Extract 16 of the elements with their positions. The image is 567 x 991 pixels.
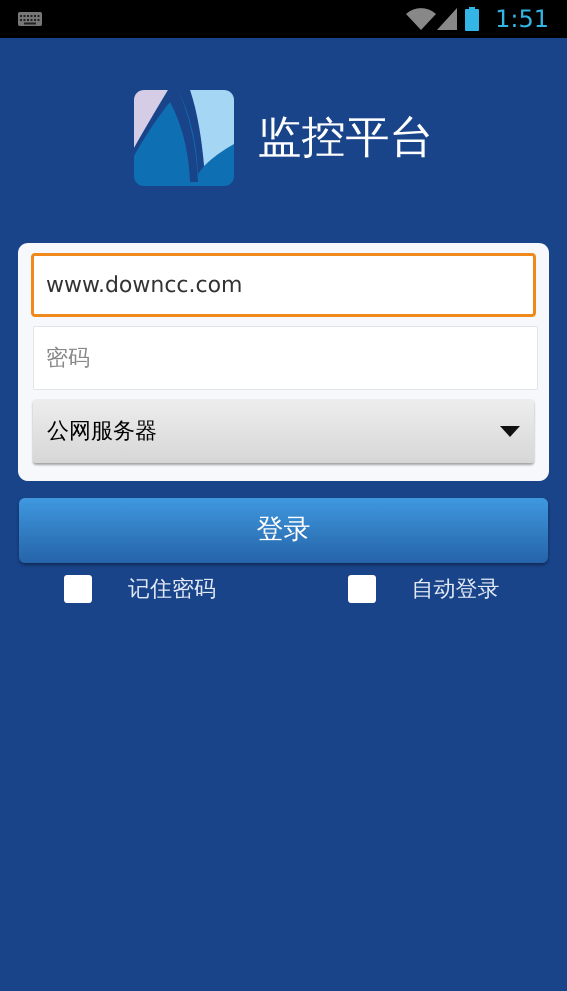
- wifi-icon: [406, 8, 436, 30]
- app-title: 监控平台: [258, 116, 434, 160]
- caret-icon: [500, 426, 520, 436]
- logo-icon: [134, 90, 234, 186]
- checkbox[interactable]: [348, 575, 376, 603]
- login-button[interactable]: 登录: [19, 498, 548, 563]
- battery-icon: [465, 7, 480, 31]
- status-time: 1:51: [495, 4, 549, 35]
- signal-icon: [437, 8, 458, 30]
- checkbox[interactable]: [64, 575, 92, 603]
- password-field[interactable]: 密码: [33, 326, 538, 390]
- keyboard-icon: [18, 12, 42, 26]
- checkbox-label: 记住密码: [128, 576, 216, 604]
- server-dropdown[interactable]: 公网服务器: [33, 399, 534, 463]
- username-field[interactable]: www.downcc.com: [31, 253, 536, 317]
- checkbox-label: 自动登录: [412, 576, 500, 604]
